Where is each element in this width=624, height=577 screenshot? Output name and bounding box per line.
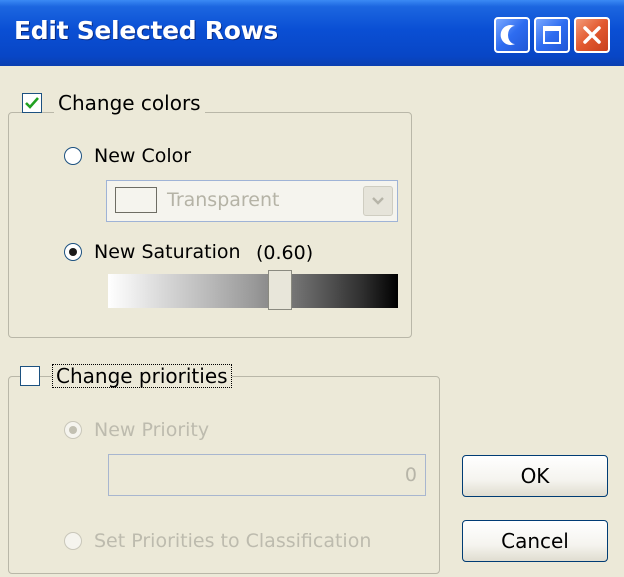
change-colors-label[interactable]: Change colors (54, 91, 205, 115)
close-button[interactable] (574, 17, 610, 53)
close-icon (583, 26, 601, 44)
set-priorities-classification-label: Set Priorities to Classification (94, 530, 372, 552)
color-dropdown-value: Transparent (167, 189, 280, 211)
ok-button[interactable]: OK (462, 455, 608, 497)
edit-selected-rows-dialog: Edit Selected Rows Change colors New Col… (0, 0, 624, 577)
new-saturation-radio[interactable] (64, 243, 82, 261)
saturation-slider-thumb[interactable] (268, 270, 292, 310)
dropdown-arrow-button[interactable] (363, 186, 393, 216)
change-colors-checkbox[interactable] (22, 93, 42, 113)
set-priorities-classification-radio[interactable] (64, 532, 82, 550)
title-bar[interactable]: Edit Selected Rows (0, 0, 624, 66)
new-priority-radio[interactable] (64, 421, 82, 439)
new-color-label[interactable]: New Color (94, 145, 191, 167)
change-priorities-checkbox[interactable] (20, 366, 40, 386)
saturation-slider-track[interactable] (108, 274, 398, 308)
new-priority-label: New Priority (94, 419, 210, 441)
window-title: Edit Selected Rows (14, 16, 279, 45)
priority-value: 0 (404, 464, 417, 486)
minimize-button[interactable] (494, 17, 530, 53)
new-saturation-label[interactable]: New Saturation (94, 241, 241, 263)
change-priorities-label[interactable]: Change priorities (52, 364, 232, 388)
priority-input[interactable]: 0 (108, 454, 426, 496)
color-swatch (115, 187, 157, 213)
maximize-button[interactable] (534, 17, 570, 53)
new-color-radio[interactable] (64, 147, 82, 165)
minimize-icon (500, 25, 515, 46)
saturation-value: (0.60) (256, 242, 314, 264)
maximize-icon (543, 26, 561, 44)
color-dropdown[interactable]: Transparent (106, 180, 398, 222)
checkmark-icon (25, 97, 39, 109)
chevron-down-icon (372, 197, 384, 205)
cancel-button[interactable]: Cancel (462, 520, 608, 562)
